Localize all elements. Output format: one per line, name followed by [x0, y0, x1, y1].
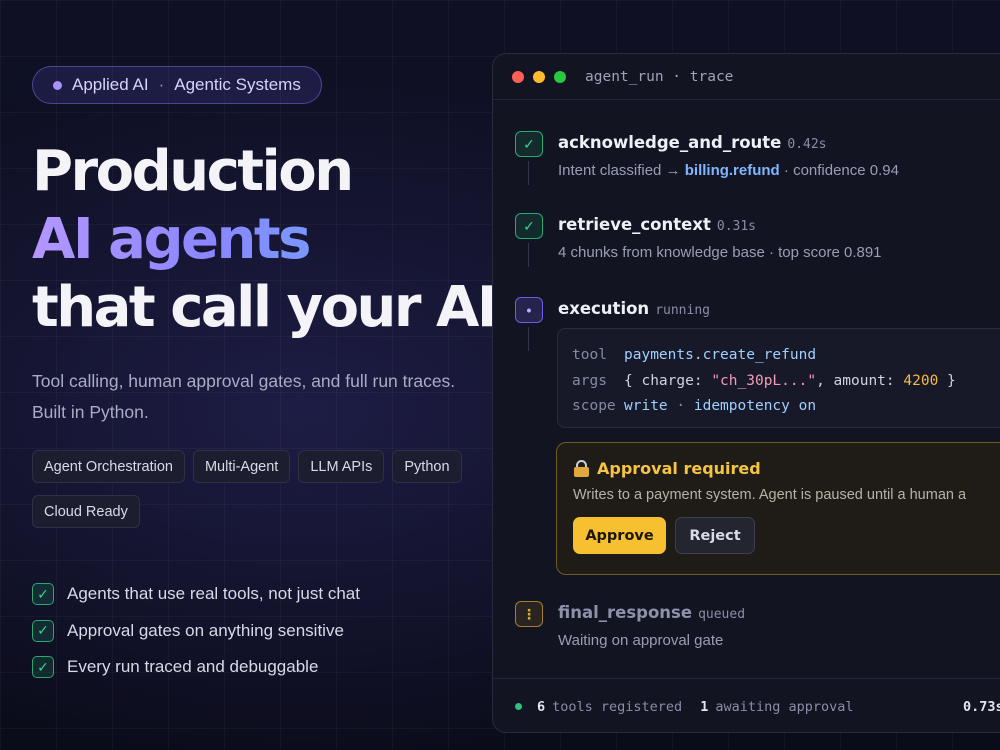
trace-window: agent_run · trace ✓ acknowledge_and_rout…: [492, 53, 1000, 733]
eyebrow-pill: Applied AI · Agentic Systems: [32, 66, 322, 104]
minimize-window-button[interactable]: [533, 70, 545, 83]
step-status: queued: [698, 607, 746, 622]
feature-text: Approval gates on anything sensitive: [67, 620, 344, 640]
step-name-text: retrieve_context: [558, 215, 711, 234]
feature-list: ✓ Agents that use real tools, not just c…: [32, 576, 482, 686]
step-connector: [528, 243, 529, 267]
reject-button[interactable]: Reject: [675, 517, 755, 554]
checkmark-icon: ✓: [32, 619, 54, 642]
eyebrow-primary: Applied AI: [72, 75, 149, 94]
code-key: scope: [572, 398, 616, 414]
checkmark-icon: ✓: [32, 656, 54, 679]
approval-description: Writes to a payment system. Agent is pau…: [573, 487, 967, 503]
step-desc-text: · confidence 0.94: [779, 162, 899, 179]
code-text: { charge:: [624, 372, 712, 389]
subtitle: Tool calling, human approval gates, and …: [32, 366, 482, 428]
idempotency-label: idempotency: [693, 398, 790, 414]
code-text: }: [938, 372, 956, 389]
approval-actions: Approve Reject: [573, 517, 1000, 554]
live-status-dot-icon: [515, 703, 522, 710]
step-name: final_response queued: [558, 603, 745, 622]
approval-title: Approval required: [597, 459, 761, 478]
feature-item: ✓ Every run traced and debuggable: [32, 649, 482, 686]
code-line-tool: tool payments.create_refund: [572, 343, 1000, 369]
intent-label: billing.refund: [684, 162, 780, 179]
code-line-scope: scope write · idempotency on: [572, 394, 1000, 420]
headline-line-3: that call your APIs: [32, 275, 567, 340]
charge-value: "ch_30pL...": [711, 372, 817, 389]
headline: Production AI agents that call your APIs: [32, 138, 567, 342]
code-separator: ·: [667, 398, 694, 414]
code-line-args: args { charge: "ch_30pL...", amount: 4200…: [572, 369, 1000, 395]
step-description: Waiting on approval gate: [558, 632, 724, 649]
chip-llm-apis: LLM APIs: [298, 450, 385, 483]
step-name-text: acknowledge_and_route: [558, 133, 782, 152]
tool-call-block: tool payments.create_refund args { charge:…: [557, 328, 1000, 428]
checkmark-icon: ✓: [32, 583, 54, 606]
tool-name: payments.create_refund: [624, 347, 817, 363]
idempotency-value: on: [798, 398, 817, 414]
approve-button[interactable]: Approve: [573, 517, 666, 554]
hero-section: Applied AI · Agentic Systems Production …: [32, 66, 567, 686]
awaiting-count: 1: [700, 698, 709, 715]
step-desc-text: Intent classified →: [558, 162, 685, 179]
eyebrow-dot-icon: [53, 80, 62, 90]
subtitle-line-1: Tool calling, human approval gates, and …: [32, 371, 456, 391]
code-key: tool: [572, 347, 607, 363]
step-description: 4 chunks from knowledge base · top score…: [558, 244, 882, 261]
chip-multi-agent: Multi-Agent: [192, 450, 291, 483]
step-name-text: execution: [558, 299, 650, 318]
maximize-window-button[interactable]: [554, 70, 566, 83]
step-status: running: [655, 303, 710, 318]
window-titlebar: agent_run · trace: [493, 54, 1000, 100]
approval-card: Approval required Writes to a payment sy…: [556, 442, 1000, 575]
eyebrow-separator: ·: [158, 75, 165, 94]
step-duration: 0.42s: [787, 137, 827, 152]
tools-label: tools registered: [552, 698, 683, 715]
close-window-button[interactable]: [512, 70, 524, 83]
trace-footer: 6 tools registered 1 awaiting approval 0…: [493, 678, 1000, 732]
scope-value: write: [624, 398, 668, 414]
approval-header: Approval required: [573, 459, 1000, 478]
step-connector: [528, 161, 529, 185]
code-key: args: [572, 372, 607, 389]
feature-item: ✓ Approval gates on anything sensitive: [32, 613, 482, 650]
step-connector: [528, 327, 529, 351]
awaiting-label: awaiting approval: [715, 698, 854, 715]
step-description: Intent classified → billing.refund · con…: [558, 162, 899, 179]
step-name-text: final_response: [558, 603, 693, 622]
step-duration: 0.31s: [716, 219, 757, 234]
amount-value: 4200: [903, 372, 939, 389]
elapsed-time: 0.73s: [963, 698, 1000, 715]
check-icon: ✓: [515, 131, 543, 157]
code-text: , amount:: [816, 372, 904, 389]
chip-python: Python: [392, 450, 462, 483]
eyebrow-secondary: Agentic Systems: [174, 75, 301, 94]
step-name: execution running: [558, 299, 710, 318]
feature-text: Agents that use real tools, not just cha…: [67, 584, 360, 604]
subtitle-line-2: Built in Python.: [32, 402, 149, 422]
running-dot-icon: •: [515, 297, 543, 323]
queued-icon: ⋮: [515, 601, 543, 627]
chip-agent-orchestration: Agent Orchestration: [32, 450, 185, 483]
headline-line-2: AI agents: [32, 206, 482, 274]
check-icon: ✓: [515, 213, 543, 239]
feature-item: ✓ Agents that use real tools, not just c…: [32, 576, 482, 613]
step-name: retrieve_context 0.31s: [558, 215, 756, 234]
chip-cloud-ready: Cloud Ready: [32, 495, 140, 528]
feature-text: Every run traced and debuggable: [67, 657, 319, 677]
window-title: agent_run · trace: [585, 68, 734, 85]
headline-line-1: Production: [32, 139, 354, 204]
lock-icon: [573, 460, 590, 477]
step-name: acknowledge_and_route 0.42s: [558, 133, 827, 152]
tools-count: 6: [537, 698, 546, 715]
tag-chips: Agent Orchestration Multi-Agent LLM APIs…: [32, 450, 482, 528]
